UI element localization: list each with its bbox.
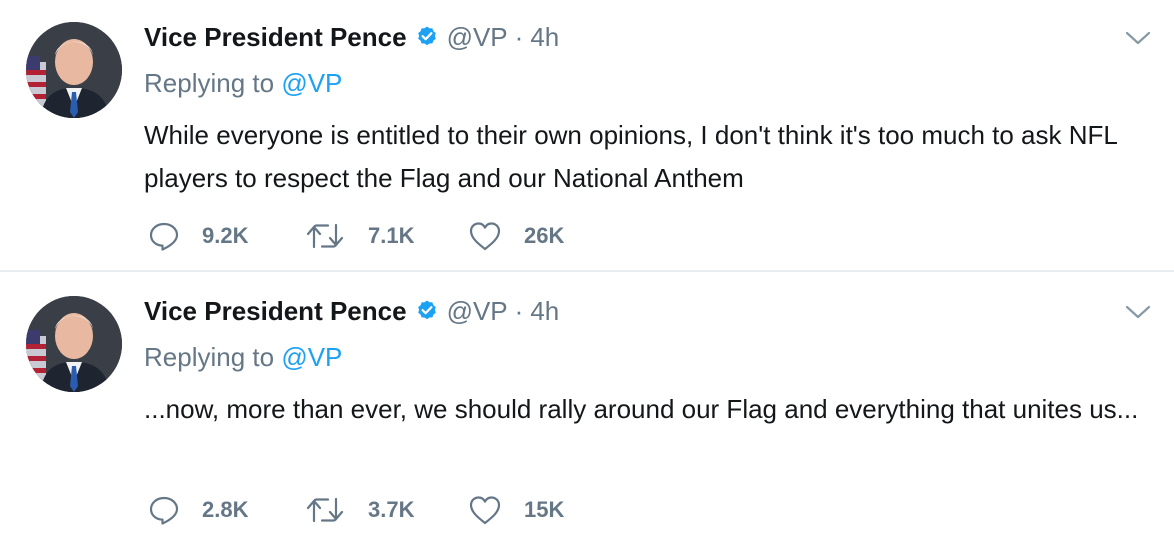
verified-badge-icon <box>417 26 436 46</box>
avatar[interactable] <box>26 22 122 118</box>
heart-icon <box>469 222 501 251</box>
retweet-icon <box>306 223 344 249</box>
like-button[interactable]: 15K <box>468 492 564 528</box>
like-count: 15K <box>524 497 565 522</box>
retweet-count: 7.1K <box>368 223 415 248</box>
retweet-count: 3.7K <box>368 497 415 522</box>
reply-count: 2.8K <box>202 497 249 522</box>
tweet-header: Vice President Pence @VP · 4h <box>144 20 559 54</box>
heart-icon <box>469 496 501 525</box>
chevron-down-icon[interactable] <box>1124 28 1152 48</box>
reply-count: 9.2K <box>202 223 249 248</box>
reply-icon <box>149 496 179 525</box>
like-count: 26K <box>524 223 565 248</box>
retweet-icon <box>306 497 344 523</box>
tweet-text: While everyone is entitled to their own … <box>144 120 1117 193</box>
tweet[interactable]: Vice President Pence @VP · 4h Replying t… <box>0 0 1174 272</box>
author-handle[interactable]: @VP <box>447 296 508 327</box>
separator: · <box>514 295 524 326</box>
timestamp[interactable]: 4h <box>530 296 559 327</box>
reply-button[interactable]: 2.8K <box>148 492 248 528</box>
chevron-down-icon[interactable] <box>1124 302 1152 322</box>
tweet-actions: 9.2K 7.1K 26K <box>148 218 748 254</box>
reply-button[interactable]: 9.2K <box>148 218 248 254</box>
tweet[interactable]: Vice President Pence @VP · 4h Replying t… <box>0 274 1174 546</box>
retweet-button[interactable]: 7.1K <box>306 218 414 254</box>
tweet-header: Vice President Pence @VP · 4h <box>144 294 559 328</box>
separator: · <box>514 21 524 52</box>
tweet-actions: 2.8K 3.7K 15K <box>148 492 748 528</box>
replying-to-link[interactable]: @VP <box>281 68 342 98</box>
replying-to-link[interactable]: @VP <box>281 342 342 372</box>
timestamp[interactable]: 4h <box>530 22 559 53</box>
like-button[interactable]: 26K <box>468 218 564 254</box>
avatar[interactable] <box>26 296 122 392</box>
replying-to-label: Replying to <box>144 68 275 98</box>
verified-badge-icon <box>417 300 436 320</box>
tweet-text: ...now, more than ever, we should rally … <box>144 394 1139 424</box>
author-name[interactable]: Vice President Pence <box>144 22 407 53</box>
replying-to-label: Replying to <box>144 342 275 372</box>
author-handle[interactable]: @VP <box>447 22 508 53</box>
retweet-button[interactable]: 3.7K <box>306 492 414 528</box>
replying-to: Replying to @VP <box>144 342 342 373</box>
reply-icon <box>149 222 179 251</box>
author-name[interactable]: Vice President Pence <box>144 296 407 327</box>
replying-to: Replying to @VP <box>144 68 342 99</box>
